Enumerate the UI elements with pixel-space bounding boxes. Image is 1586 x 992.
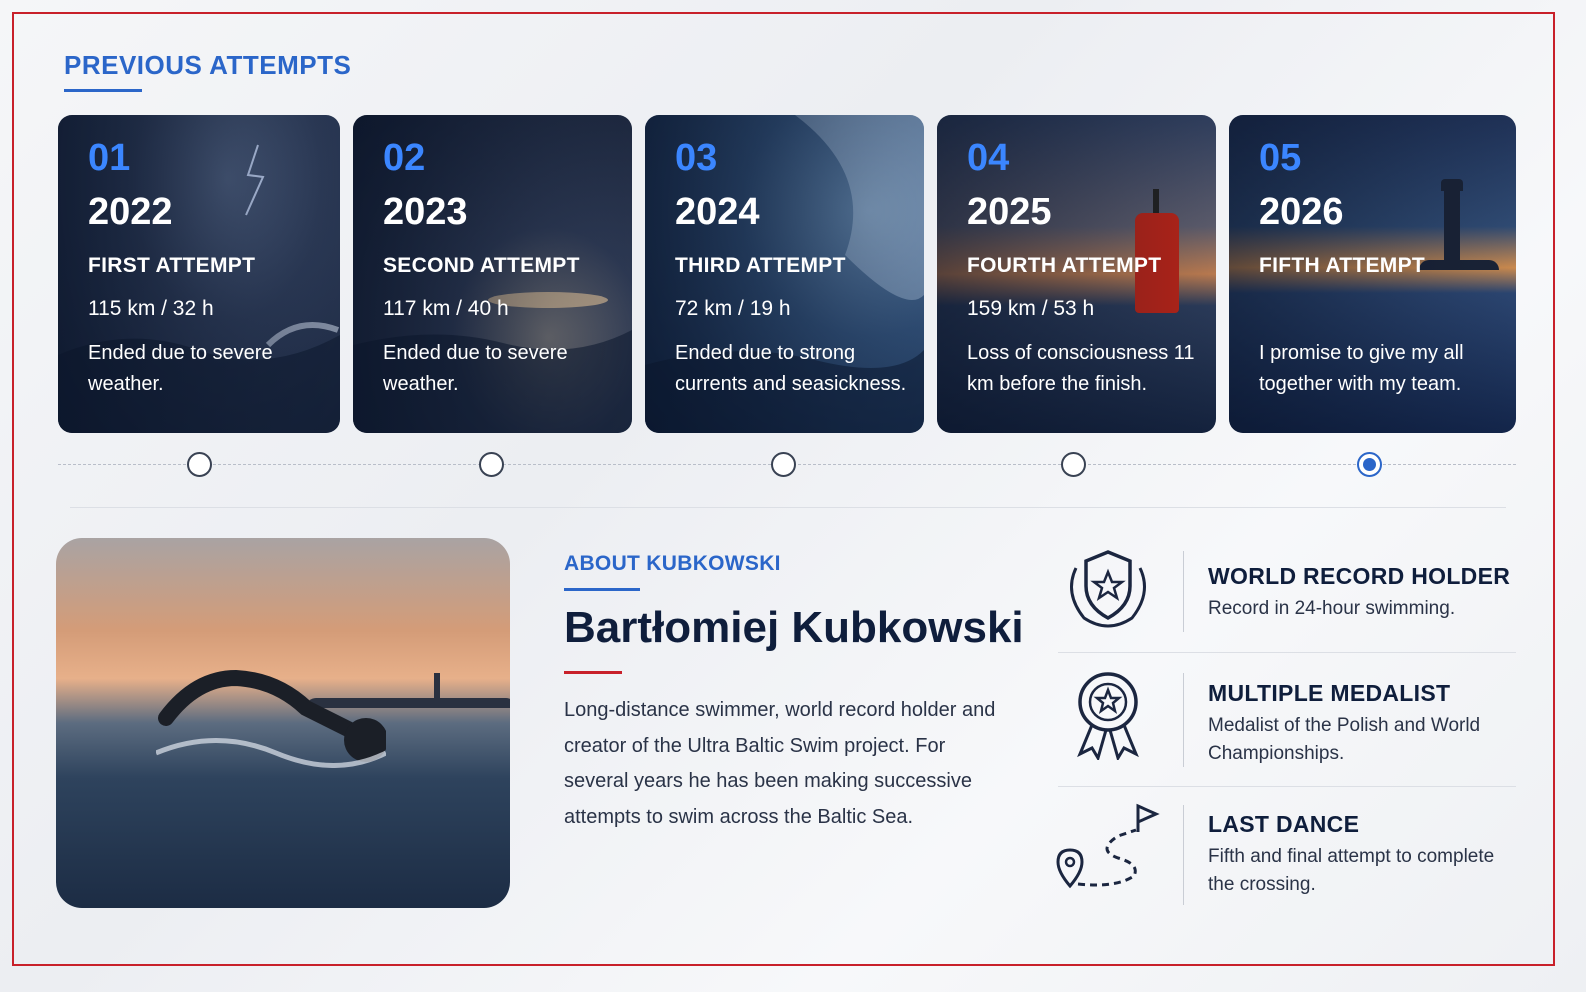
attempt-description: Ended due to strong currents and seasick… [675,342,907,395]
attempt-number: 01 [88,137,131,179]
attempt-card-5[interactable]: 05 2026 FIFTH ATTEMPT I promise to give … [1229,115,1516,433]
attempt-year: 2022 [88,191,173,233]
attempt-description: Loss of consciousness 11 km before the f… [967,342,1195,395]
attempt-label: THIRD ATTEMPT [675,254,846,277]
section-title: PREVIOUS ATTEMPTS [64,50,352,80]
section-divider [70,507,1506,508]
timeline-dot-4[interactable] [1061,452,1086,477]
about-kicker: ABOUT KUBKOWSKI [564,552,781,575]
title-underline [64,89,142,92]
timeline-dot-1[interactable] [187,452,212,477]
feature-title: LAST DANCE [1208,811,1360,837]
route-flag-icon [1056,803,1160,889]
attempt-label: SECOND ATTEMPT [383,254,580,277]
timeline-dot-3[interactable] [771,452,796,477]
attempt-label: FIFTH ATTEMPT [1259,254,1426,277]
medal-icon [1077,672,1139,760]
feature-title: MULTIPLE MEDALIST [1208,680,1451,706]
attempt-number: 03 [675,137,718,179]
attempt-description: I promise to give my all together with m… [1259,342,1464,395]
attempt-year: 2026 [1259,191,1344,233]
attempt-stats: 159 km / 53 h [967,297,1095,320]
attempt-card-3[interactable]: 03 2024 THIRD ATTEMPT 72 km / 19 h Ended… [645,115,924,433]
attempt-stats: 72 km / 19 h [675,297,791,320]
attempt-description: Ended due to severe weather. [383,342,568,395]
attempt-year: 2023 [383,191,468,233]
about-text: Long-distance swimmer, world record hold… [564,699,996,828]
shield-laurel-icon [1070,550,1146,628]
attempt-year: 2024 [675,191,760,233]
attempt-number: 05 [1259,137,1302,179]
feature-title: WORLD RECORD HOLDER [1208,563,1511,589]
attempt-card-4[interactable]: 04 2025 FOURTH ATTEMPT 159 km / 53 h Los… [937,115,1216,433]
attempt-label: FIRST ATTEMPT [88,254,256,277]
attempt-number: 02 [383,137,426,179]
attempt-stats: 115 km / 32 h [88,297,214,320]
attempt-card-2[interactable]: 02 2023 SECOND ATTEMPT 117 km / 40 h End… [353,115,632,433]
attempt-year: 2025 [967,191,1052,233]
swimmer-image [156,669,386,768]
attempt-stats: 117 km / 40 h [383,297,509,320]
attempt-description: Ended due to severe weather. [88,342,273,395]
timeline-dot-5-selected[interactable] [1357,452,1382,477]
swimmer-photo [56,538,510,908]
attempt-label: FOURTH ATTEMPT [967,254,1162,277]
feature-description: Record in 24-hour swimming. [1208,598,1456,619]
attempt-card-1[interactable]: 01 2022 FIRST ATTEMPT 115 km / 32 h Ende… [58,115,340,433]
feature-description: Medalist of the Polish and World Champio… [1208,715,1481,764]
feature-description: Fifth and final attempt to complete the … [1208,846,1495,895]
timeline-dot-2[interactable] [479,452,504,477]
about-name: Bartłomiej Kubkowski [564,603,1024,652]
attempt-number: 04 [967,137,1010,179]
